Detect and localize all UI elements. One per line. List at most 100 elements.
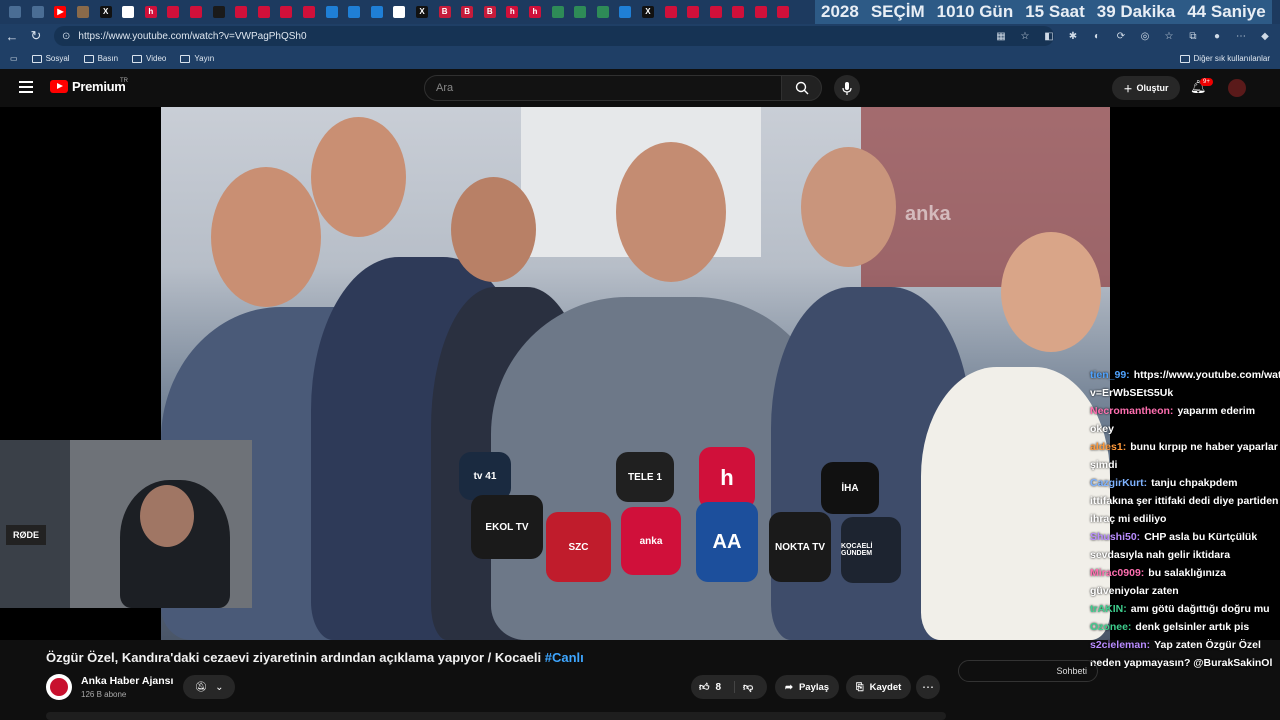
browser-tab[interactable] [253,0,276,24]
tab-icon [664,6,677,18]
tab-icon [303,6,316,18]
account-avatar[interactable] [1228,79,1246,97]
extension-icon[interactable]: ◧ [1040,27,1058,45]
chat-username[interactable]: Mirac0909: [1090,567,1144,579]
browser-tab[interactable]: B [433,0,456,24]
chevron-down-icon: ⌄ [215,681,224,693]
bookmark-folder-yayin[interactable]: Yayın [180,54,214,63]
browser-tab[interactable] [704,0,727,24]
channel-avatar[interactable] [46,674,72,700]
youtube-logo[interactable]: Premium [50,79,126,94]
browser-tab[interactable] [162,0,185,24]
chat-username[interactable]: aldes1: [1090,441,1126,453]
site-info-icon[interactable]: ⊙ [62,31,70,42]
extension-icon[interactable]: ◐ [1088,27,1106,45]
browser-tab[interactable] [750,0,773,24]
microphone-icon [842,81,852,95]
browser-tab[interactable]: B [478,0,501,24]
refresh-icon[interactable]: ↻ [24,24,48,48]
bookmark-folder-basin[interactable]: Basın [83,54,118,63]
channel-name[interactable]: Anka Haber Ajansı [81,675,173,687]
share-button[interactable]: ➦ Paylaş [775,675,840,699]
dislike-button[interactable]: 👎︎ [735,681,753,693]
favorites-icon[interactable]: ☆ [1160,27,1178,45]
bookmark-folder-video[interactable]: Video [132,54,166,63]
browser-tab[interactable] [320,0,343,24]
tab-icon [257,6,270,18]
browser-tab[interactable] [230,0,253,24]
streamer-webcam: RØDE [0,440,252,608]
subscription-bell-button[interactable]: 🔕︎ ⌄ [183,675,235,699]
browser-tab[interactable] [388,0,411,24]
menu-icon[interactable] [19,81,33,93]
browser-tab[interactable] [614,0,637,24]
chat-toggle-button[interactable]: Sohbeti [958,660,1098,682]
youtube-play-icon [50,80,68,93]
profile-avatar-icon[interactable]: ● [1208,27,1226,45]
browser-tab[interactable]: h [501,0,524,24]
chat-username[interactable]: tien_99: [1090,369,1130,381]
search-button[interactable] [781,75,822,101]
browser-tab[interactable] [185,0,208,24]
chat-username[interactable]: s2cieleman: [1090,639,1150,651]
tab-icon [212,6,225,18]
apps-icon[interactable]: ▦ [992,27,1010,45]
browser-tab[interactable]: ▶ [49,0,72,24]
browser-tab[interactable]: X [637,0,660,24]
browser-tab[interactable] [366,0,389,24]
chat-username[interactable]: Ozonee: [1090,621,1131,633]
reading-list-icon[interactable]: ▭ [10,54,18,63]
browser-tab[interactable] [546,0,569,24]
collections-icon[interactable]: ⧉ [1184,27,1202,45]
chat-username[interactable]: Shushi50: [1090,531,1140,543]
extension-icon[interactable]: ⟳ [1112,27,1130,45]
other-bookmarks[interactable]: Diğer sık kullanılanlar [1179,48,1270,69]
browser-tab[interactable] [659,0,682,24]
like-button[interactable]: 👍︎ 8 [691,681,735,693]
extension-icon[interactable]: ✱ [1064,27,1082,45]
more-options-icon[interactable]: ⋯ [1232,27,1250,45]
plus-icon: ＋ [1123,83,1133,94]
copilot-icon[interactable]: ◆ [1256,27,1274,45]
bookmark-folder-sosyal[interactable]: Sosyal [31,54,70,63]
browser-toolbar-icons: ▦ ☆ ◧ ✱ ◐ ⟳ ◎ ☆ ⧉ ● ⋯ ◆ [992,24,1274,48]
tab-icon [280,6,293,18]
bookmark-label: Diğer sık kullanılanlar [1193,54,1270,63]
search-input[interactable]: Ara [424,75,782,101]
video-player[interactable]: anka TELE 1 h İHA tv 41 EKOL TV SZC anka… [161,107,1110,640]
chat-username[interactable]: Necromantheon: [1090,405,1173,417]
extension-icon[interactable]: ◎ [1136,27,1154,45]
browser-tab[interactable] [569,0,592,24]
browser-tab[interactable] [207,0,230,24]
create-button[interactable]: ＋ Oluştur [1112,76,1180,100]
browser-tab[interactable] [591,0,614,24]
woman-right [921,367,1110,640]
browser-tab[interactable]: B [456,0,479,24]
chat-username[interactable]: trAKIN: [1090,603,1127,615]
browser-tab[interactable] [682,0,705,24]
browser-tab[interactable]: X [411,0,434,24]
save-button[interactable]: ⎘ Kaydet [846,675,912,699]
browser-tab[interactable] [72,0,95,24]
live-hashtag[interactable]: #Canlı [545,650,584,665]
folder-icon [83,54,94,63]
browser-tab[interactable] [27,0,50,24]
back-arrow-icon[interactable]: ← [0,24,24,48]
tab-icon [31,6,44,18]
browser-tab[interactable]: h [140,0,163,24]
browser-tab[interactable] [117,0,140,24]
chat-username[interactable]: CazgirKurt: [1090,477,1147,489]
browser-tab[interactable]: h [524,0,547,24]
browser-tab[interactable]: X [94,0,117,24]
favorite-star-icon[interactable]: ☆ [1016,27,1034,45]
tab-icon [732,6,745,18]
address-bar[interactable]: ⊙ https://www.youtube.com/watch?v=VWPagP… [54,26,1054,46]
browser-tab[interactable] [4,0,27,24]
browser-tab[interactable] [727,0,750,24]
more-actions-icon[interactable]: ⋯ [916,675,940,699]
browser-tab[interactable] [298,0,321,24]
voice-search-button[interactable] [834,75,860,101]
browser-tab[interactable] [772,0,795,24]
browser-tab[interactable] [275,0,298,24]
browser-tab[interactable] [343,0,366,24]
